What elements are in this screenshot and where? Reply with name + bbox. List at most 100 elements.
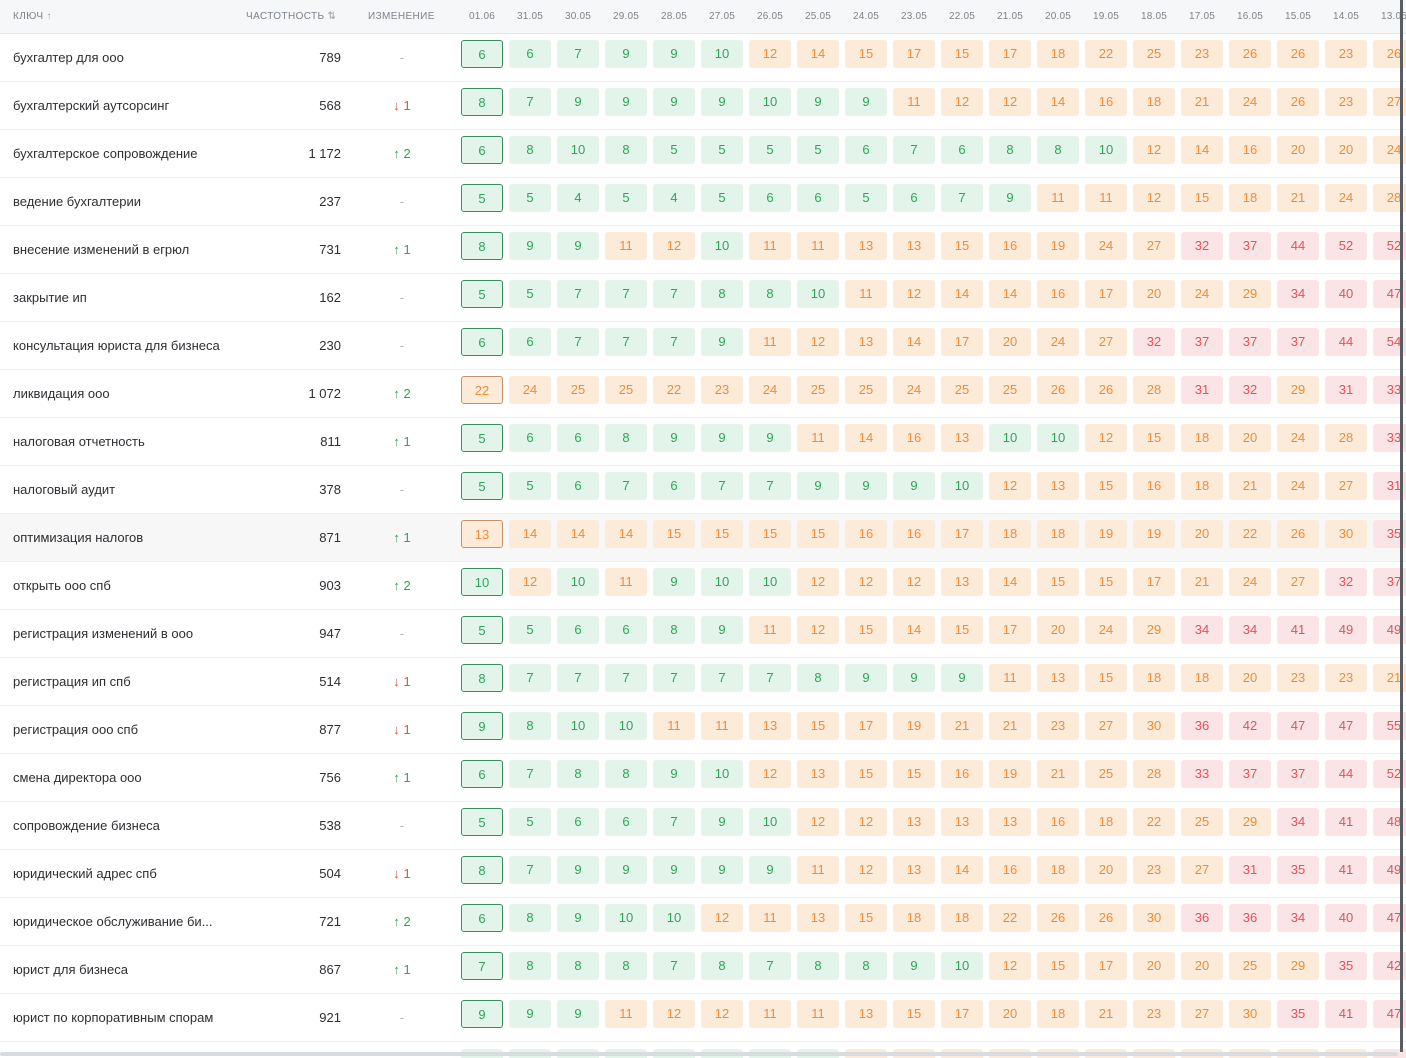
position-cell[interactable]: 21 xyxy=(1181,88,1223,116)
position-cell[interactable]: 15 xyxy=(845,904,887,932)
position-cell[interactable]: 10 xyxy=(701,232,743,260)
table-row[interactable]: юридический адрес спб 504 ↓ 1 8 7 9 9 9 9 9 11 12 13… xyxy=(0,850,1406,898)
table-row[interactable]: бухгалтерское сопровождение 1 172 ↑ 2 6 8 10 8… xyxy=(0,130,1406,178)
position-cell[interactable]: 24 xyxy=(1229,568,1271,596)
position-cell[interactable]: 20 xyxy=(1325,136,1367,164)
position-cell[interactable]: 9 xyxy=(845,88,887,116)
position-cell[interactable]: 6 xyxy=(749,184,791,212)
position-cell[interactable]: 24 xyxy=(1277,472,1319,500)
position-cell[interactable]: 21 xyxy=(989,712,1031,740)
date-column-header[interactable]: 24.05 xyxy=(844,0,888,34)
position-cell[interactable]: 8 xyxy=(557,952,599,980)
position-cell[interactable]: 9 xyxy=(941,664,983,692)
position-cell[interactable]: 14 xyxy=(893,616,935,644)
position-cell[interactable]: 11 xyxy=(749,232,791,260)
position-cell[interactable]: 20 xyxy=(1133,280,1175,308)
date-column-header[interactable]: 29.05 xyxy=(604,0,648,34)
keyword-cell[interactable]: юридическое обслуживание би... xyxy=(13,898,213,945)
position-cell[interactable]: 12 xyxy=(845,568,887,596)
position-cell[interactable]: 47 xyxy=(1277,712,1319,740)
position-cell[interactable]: 10 xyxy=(701,760,743,788)
position-cell[interactable]: 24 xyxy=(1085,616,1127,644)
position-cell[interactable]: 20 xyxy=(1229,664,1271,692)
position-cell[interactable]: 11 xyxy=(749,616,791,644)
position-cell[interactable]: 9 xyxy=(653,856,695,884)
position-cell[interactable]: 12 xyxy=(653,232,695,260)
position-cell[interactable]: 8 xyxy=(797,952,839,980)
horizontal-scrollbar[interactable] xyxy=(0,1052,1398,1056)
position-cell[interactable]: 9 xyxy=(605,88,647,116)
position-cell[interactable]: 10 xyxy=(797,280,839,308)
position-cell[interactable]: 9 xyxy=(605,856,647,884)
position-cell[interactable]: 11 xyxy=(749,904,791,932)
position-cell[interactable]: 12 xyxy=(845,856,887,884)
position-cell[interactable]: 15 xyxy=(749,520,791,548)
date-column-header[interactable]: 19.05 xyxy=(1084,0,1128,34)
position-cell[interactable]: 11 xyxy=(797,232,839,260)
position-cell[interactable]: 8 xyxy=(1037,136,1079,164)
position-cell[interactable]: 30 xyxy=(1133,712,1175,740)
position-cell[interactable]: 49 xyxy=(1325,616,1367,644)
position-cell[interactable]: 21 xyxy=(1277,184,1319,212)
position-cell[interactable]: 9 xyxy=(557,856,599,884)
position-cell[interactable]: 10 xyxy=(701,40,743,68)
position-cell[interactable]: 9 xyxy=(557,904,599,932)
position-cell[interactable]: 10 xyxy=(1085,136,1127,164)
position-cell[interactable]: 27 xyxy=(1085,328,1127,356)
position-cell[interactable]: 44 xyxy=(1277,232,1319,260)
position-cell[interactable]: 21 xyxy=(941,712,983,740)
position-cell[interactable]: 23 xyxy=(701,376,743,404)
position-cell[interactable]: 52 xyxy=(1325,232,1367,260)
position-cell[interactable]: 8 xyxy=(605,424,647,452)
date-column-header[interactable]: 25.05 xyxy=(796,0,840,34)
position-cell[interactable]: 13 xyxy=(893,808,935,836)
position-cell[interactable]: 23 xyxy=(1181,40,1223,68)
keyword-cell[interactable]: бухгалтерский аутсорсинг xyxy=(13,82,169,129)
position-cell[interactable]: 37 xyxy=(1229,328,1271,356)
position-cell[interactable]: 27 xyxy=(1181,1000,1223,1028)
position-cell[interactable]: 34 xyxy=(1229,616,1271,644)
position-cell[interactable]: 11 xyxy=(605,568,647,596)
position-cell[interactable]: 17 xyxy=(941,1000,983,1028)
table-row[interactable]: ведение бухгалтерии 237-5 5 4 5 4 5 6 6 5 6 7 9 11 11 1… xyxy=(0,178,1406,226)
position-cell[interactable]: 11 xyxy=(605,232,647,260)
position-cell[interactable]: 37 xyxy=(1277,328,1319,356)
position-cell[interactable]: 14 xyxy=(941,856,983,884)
position-cell[interactable]: 12 xyxy=(989,952,1031,980)
position-cell[interactable]: 5 xyxy=(461,808,503,836)
position-cell[interactable]: 23 xyxy=(1133,1000,1175,1028)
position-cell[interactable]: 16 xyxy=(1037,808,1079,836)
position-cell[interactable]: 19 xyxy=(893,712,935,740)
position-cell[interactable]: 11 xyxy=(797,856,839,884)
position-cell[interactable]: 13 xyxy=(941,424,983,452)
position-cell[interactable]: 15 xyxy=(845,760,887,788)
position-cell[interactable]: 11 xyxy=(749,328,791,356)
position-cell[interactable]: 9 xyxy=(893,952,935,980)
position-cell[interactable]: 8 xyxy=(461,232,503,260)
date-column-header[interactable]: 17.05 xyxy=(1180,0,1224,34)
position-cell[interactable]: 25 xyxy=(557,376,599,404)
position-cell[interactable]: 16 xyxy=(989,232,1031,260)
position-cell[interactable]: 18 xyxy=(941,904,983,932)
position-cell[interactable]: 12 xyxy=(1133,136,1175,164)
position-cell[interactable]: 30 xyxy=(1325,520,1367,548)
position-cell[interactable]: 15 xyxy=(845,40,887,68)
position-cell[interactable]: 16 xyxy=(893,520,935,548)
position-cell[interactable]: 29 xyxy=(1277,952,1319,980)
position-cell[interactable]: 27 xyxy=(1133,232,1175,260)
table-row[interactable]: юрист по корпоративным спорам 921-9 9 9 11 12… xyxy=(0,994,1406,1042)
position-cell[interactable]: 37 xyxy=(1229,232,1271,260)
position-cell[interactable]: 12 xyxy=(989,472,1031,500)
keyword-cell[interactable]: регистрация ооо спб xyxy=(13,706,138,753)
position-cell[interactable]: 14 xyxy=(509,520,551,548)
position-cell[interactable]: 25 xyxy=(989,376,1031,404)
position-cell[interactable]: 18 xyxy=(1133,88,1175,116)
position-cell[interactable]: 7 xyxy=(653,664,695,692)
keyword-cell[interactable]: налоговый аудит xyxy=(13,466,115,513)
position-cell[interactable]: 18 xyxy=(1229,184,1271,212)
position-cell[interactable]: 5 xyxy=(605,184,647,212)
position-cell[interactable]: 12 xyxy=(989,88,1031,116)
position-cell[interactable]: 8 xyxy=(605,760,647,788)
position-cell[interactable]: 11 xyxy=(797,424,839,452)
position-cell[interactable]: 24 xyxy=(1181,280,1223,308)
